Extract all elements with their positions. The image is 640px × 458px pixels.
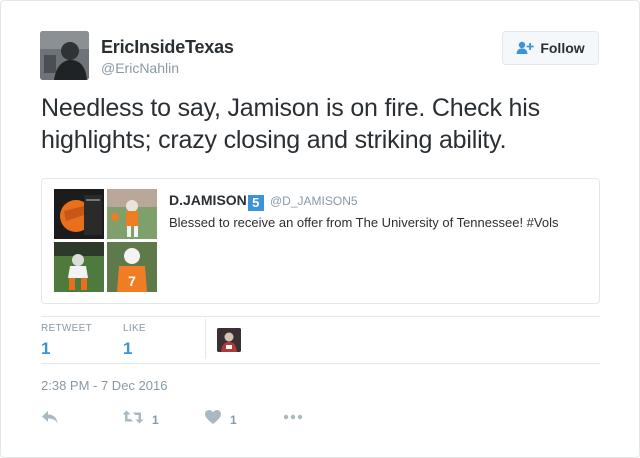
stats-separator — [205, 319, 206, 359]
reply-icon — [41, 409, 59, 430]
quoted-display-name[interactable]: D.JAMISON 5 — [169, 192, 264, 211]
author-avatar[interactable] — [40, 31, 89, 80]
quoted-name-badge: 5 — [247, 195, 264, 211]
more-button[interactable] — [283, 409, 303, 430]
add-user-icon — [516, 41, 534, 55]
quoted-media-image[interactable] — [107, 189, 157, 239]
follow-button[interactable]: Follow — [502, 31, 599, 65]
tweet-timestamp[interactable]: 2:38 PM - 7 Dec 2016 — [41, 378, 167, 393]
quoted-handle[interactable]: @D_JAMISON5 — [270, 194, 358, 208]
likes-label: LIKE — [123, 323, 146, 334]
divider — [41, 316, 600, 317]
tweet-card: EricInsideTexas @EricNahlin Follow Needl… — [0, 0, 640, 458]
retweet-count: 1 — [152, 412, 159, 427]
quoted-text: Blessed to receive an offer from The Uni… — [169, 215, 559, 230]
more-icon — [283, 409, 303, 430]
reply-button[interactable] — [41, 409, 59, 430]
quoted-name-text: D.JAMISON — [169, 192, 247, 208]
follow-button-label: Follow — [540, 40, 585, 56]
likes-count[interactable]: 1 — [123, 339, 132, 359]
liker-avatar[interactable] — [217, 328, 241, 352]
quoted-tweet[interactable]: 7 D.JAMISON 5 @D_JAMISON5 Blessed to rece… — [41, 178, 600, 304]
heart-icon — [204, 409, 222, 430]
author-handle[interactable]: @EricNahlin — [101, 60, 179, 76]
quoted-media-image[interactable] — [54, 189, 104, 239]
quoted-media-image[interactable] — [54, 242, 104, 292]
retweet-icon — [122, 409, 144, 430]
quoted-media-image[interactable]: 7 — [107, 242, 157, 292]
retweets-count[interactable]: 1 — [41, 339, 50, 359]
like-count: 1 — [230, 412, 237, 427]
author-display-name[interactable]: EricInsideTexas — [101, 37, 234, 58]
svg-text:7: 7 — [128, 273, 136, 289]
divider — [41, 363, 600, 364]
quoted-media-grid[interactable]: 7 — [54, 189, 158, 293]
retweets-label: RETWEET — [41, 323, 92, 334]
tweet-text: Needless to say, Jamison is on fire. Che… — [41, 94, 540, 154]
like-button[interactable]: 1 — [204, 409, 237, 430]
retweet-button[interactable]: 1 — [122, 409, 159, 430]
